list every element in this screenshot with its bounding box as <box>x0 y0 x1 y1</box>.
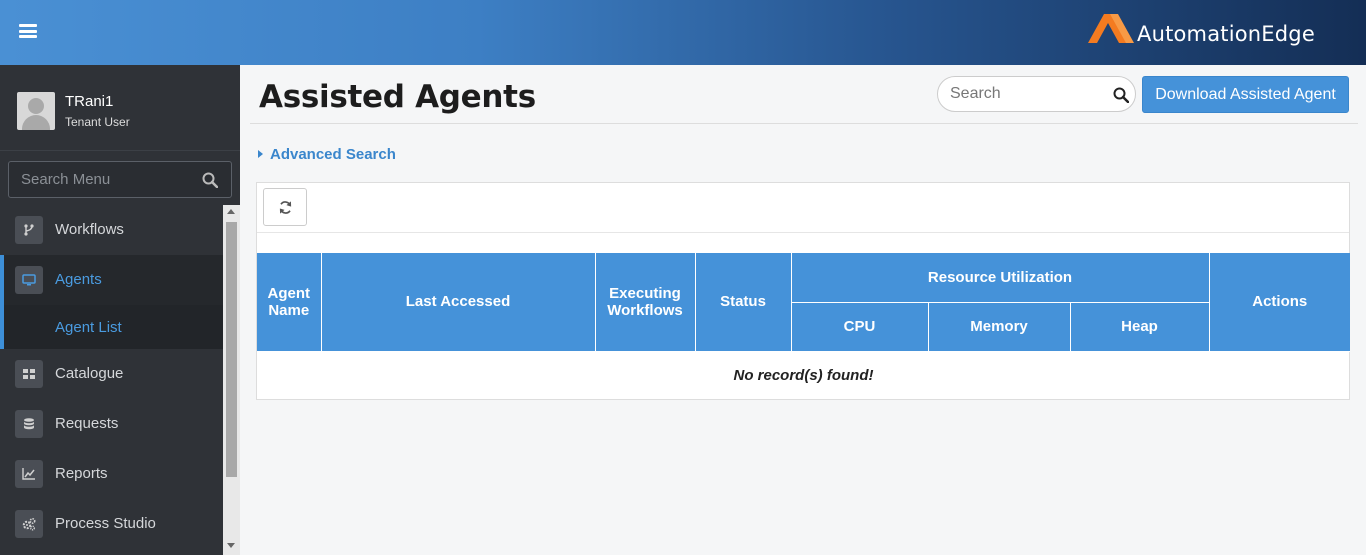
caret-right-icon <box>258 150 263 158</box>
download-assisted-agent-button[interactable]: Download Assisted Agent <box>1142 76 1349 113</box>
sidebar-scrollbar[interactable] <box>223 205 240 555</box>
sidebar-subitem-label: Agent List <box>55 319 122 336</box>
grid-icon <box>15 360 43 388</box>
brand-logo: AutomationEdge <box>1088 12 1360 46</box>
sidebar-item-label: Reports <box>55 465 108 482</box>
sidebar-nav: Workflows Agents Agent List Catalogue Re… <box>0 205 223 555</box>
sidebar-item-process-studio[interactable]: Process Studio <box>0 499 223 549</box>
refresh-button[interactable] <box>263 188 307 226</box>
search-icon[interactable] <box>1113 87 1130 108</box>
empty-message: No record(s) found! <box>733 366 874 384</box>
page-search-input[interactable] <box>950 78 1110 110</box>
scroll-thumb[interactable] <box>226 222 237 477</box>
sidebar-item-catalogue[interactable]: Catalogue <box>0 349 223 399</box>
sidebar-item-label: Requests <box>55 415 119 432</box>
menu-search-input[interactable] <box>9 162 199 197</box>
column-header-actions: Actions <box>1208 253 1350 352</box>
sidebar-item-requests[interactable]: Requests <box>0 399 223 449</box>
automationedge-logo-icon <box>1088 14 1134 43</box>
sidebar-item-label: Agents <box>55 271 102 288</box>
toolbar-separator <box>257 232 1349 233</box>
brand-name: AutomationEdge <box>1137 22 1315 46</box>
agents-table: Agent Name Last Accessed Executing Workf… <box>257 253 1350 399</box>
sidebar-item-label: Process Studio <box>55 515 156 532</box>
sidebar-item-label: Catalogue <box>55 365 124 382</box>
advanced-search-toggle[interactable]: Advanced Search <box>258 146 396 163</box>
advanced-search-label: Advanced Search <box>270 146 396 163</box>
column-header-resource-utilization: Resource Utilization <box>790 253 1210 303</box>
chart-icon <box>15 460 43 488</box>
user-role: Tenant User <box>65 115 130 129</box>
sidebar-item-reports[interactable]: Reports <box>0 449 223 499</box>
hamburger-icon[interactable] <box>19 24 37 38</box>
avatar <box>17 92 55 130</box>
user-name: TRani1 <box>65 93 114 110</box>
sidebar-item-agents[interactable]: Agents <box>0 255 223 305</box>
menu-search-box <box>8 161 232 198</box>
user-panel: TRani1 Tenant User <box>0 65 240 151</box>
agents-grid-panel: Agent Name Last Accessed Executing Workf… <box>256 182 1350 400</box>
sidebar-item-label: Workflows <box>55 221 124 238</box>
scroll-up-arrow-icon[interactable] <box>227 209 235 214</box>
page-search-box <box>937 76 1136 112</box>
gears-icon <box>15 510 43 538</box>
sidebar-subitem-agent-list[interactable]: Agent List <box>0 305 223 349</box>
column-header-last-accessed[interactable]: Last Accessed <box>320 253 596 352</box>
scroll-down-arrow-icon[interactable] <box>227 543 235 548</box>
title-divider <box>250 123 1358 124</box>
page-title: Assisted Agents <box>259 79 536 115</box>
column-header-cpu[interactable]: CPU <box>791 302 929 352</box>
sidebar-item-workflows[interactable]: Workflows <box>0 205 223 255</box>
column-header-agent-name[interactable]: Agent Name <box>257 253 322 352</box>
workflow-icon <box>15 216 43 244</box>
column-header-status[interactable]: Status <box>694 253 792 352</box>
monitor-icon <box>15 266 43 294</box>
search-icon[interactable] <box>202 172 219 193</box>
column-header-executing-workflows[interactable]: Executing Workflows <box>594 253 696 352</box>
refresh-icon <box>279 201 292 214</box>
column-header-memory[interactable]: Memory <box>927 302 1071 352</box>
top-header: AutomationEdge <box>0 0 1366 65</box>
sidebar: TRani1 Tenant User Workflows Agents Agen… <box>0 65 240 555</box>
column-header-heap[interactable]: Heap <box>1069 302 1209 352</box>
database-icon <box>15 410 43 438</box>
